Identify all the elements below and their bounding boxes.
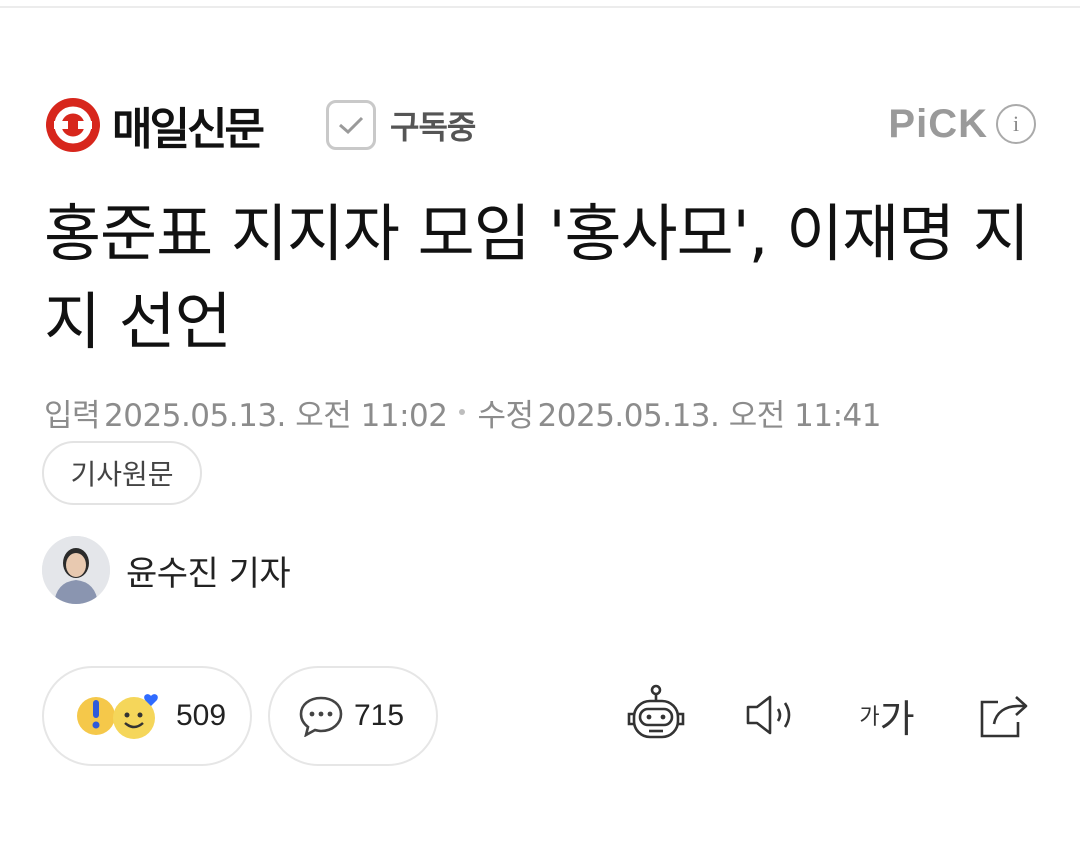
article-dates: 입력 2025.05.13. 오전 11:02 수정 2025.05.13. 오… (44, 390, 881, 434)
share-button[interactable] (974, 680, 1034, 750)
reaction-count: 509 (176, 699, 227, 732)
font-size-button[interactable]: 가 가 (852, 680, 922, 750)
modified-label: 수정 (477, 397, 534, 434)
author-info[interactable]: 윤수진 기자 (42, 536, 291, 604)
reaction-button[interactable]: 509 (42, 666, 252, 766)
info-icon[interactable]: i (996, 104, 1036, 144)
subscribe-button[interactable]: 구독중 (326, 98, 476, 152)
comment-icon (299, 696, 343, 737)
pick-label: PiCK (888, 101, 988, 146)
input-label: 입력 (44, 397, 101, 434)
press-header: 매일신문 구독중 PiCK i (44, 96, 1036, 155)
listen-button[interactable] (742, 680, 800, 750)
input-date: 2025.05.13. 오전 11:02 (104, 397, 448, 434)
comment-count: 715 (354, 699, 405, 732)
subscribe-label: 구독중 (390, 108, 476, 146)
modified-date: 2025.05.13. 오전 11:41 (537, 397, 882, 434)
author-name: 윤수진 기자 (126, 553, 291, 594)
reaction-emoji-icon (77, 694, 158, 739)
robot-summary-icon (627, 684, 685, 739)
font-big-label: 가 (879, 696, 915, 741)
summary-bot-button[interactable] (624, 680, 688, 750)
top-divider (0, 6, 1080, 8)
press-logo[interactable]: 매일신문 (44, 96, 265, 155)
avatar[interactable] (42, 536, 110, 604)
comment-button[interactable]: 715 (268, 666, 438, 766)
article-headline: 홍준표 지지자 모임 '홍사모', 이재명 지지 선언 (44, 197, 1030, 358)
speaker-icon (746, 695, 791, 735)
press-logo-icon (46, 98, 100, 152)
font-small-label: 가 (859, 705, 880, 730)
share-icon (980, 696, 1028, 738)
press-name: 매일신문 (112, 104, 265, 155)
pick-badge[interactable]: PiCK i (888, 100, 1036, 148)
check-icon (326, 100, 376, 150)
original-article-button[interactable]: 기사원문 (42, 441, 202, 505)
separator-dot (459, 409, 466, 415)
